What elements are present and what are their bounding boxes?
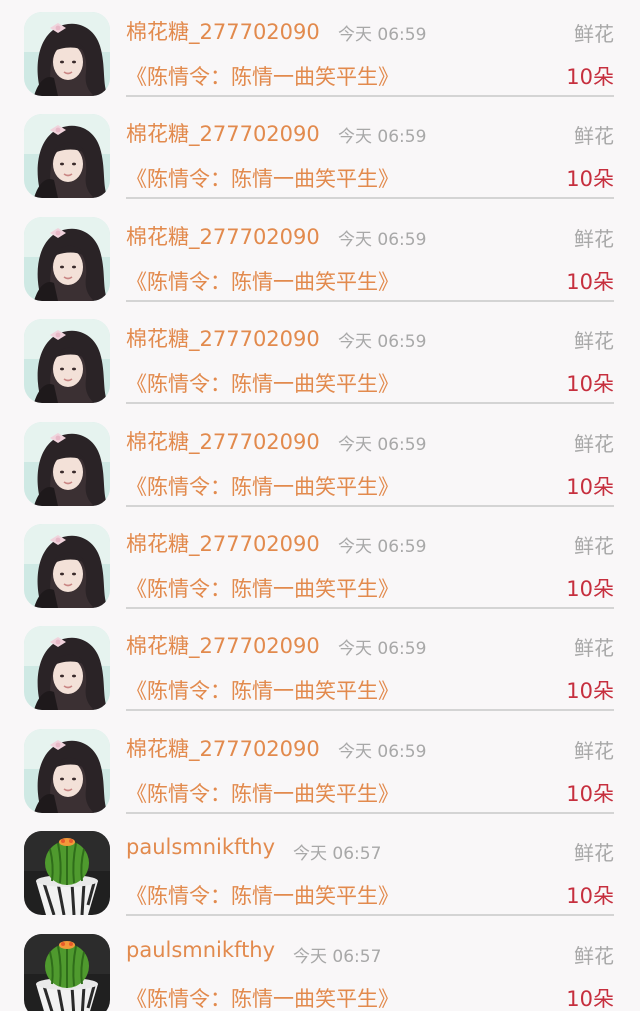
username-link[interactable]: paulsmnikfthy [126,938,275,962]
girl-avatar[interactable] [24,319,110,404]
gift-record-item[interactable]: paulsmnikfthy 今天 06:57 鲜花《陈情令：陈情一曲笑平生》 10朵 [0,922,640,1011]
work-title-link[interactable]: 《陈情令：陈情一曲笑平生》 [126,471,399,501]
work-title-link[interactable]: 《陈情令：陈情一曲笑平生》 [126,880,399,910]
username-link[interactable]: 棉花糖_277702090 [126,323,320,353]
girl-avatar[interactable] [24,216,110,301]
cactus-avatar[interactable] [24,933,110,1011]
timestamp: 今天 06:59 [338,332,427,353]
gift-record-item[interactable]: 棉花糖_277702090 今天 06:59 鲜花《陈情令：陈情一曲笑平生》 10朵 [0,0,640,102]
girl-avatar[interactable] [24,421,110,506]
row-divider [126,95,614,97]
work-title-link[interactable]: 《陈情令：陈情一曲笑平生》 [126,266,399,296]
gift-record-item[interactable]: 棉花糖_277702090 今天 06:59 鲜花《陈情令：陈情一曲笑平生》 10朵 [0,614,640,716]
gift-type-label: 鲜花 [574,22,614,46]
gift-type-label: 鲜花 [574,738,614,763]
work-title-link[interactable]: 《陈情令：陈情一曲笑平生》 [126,368,399,398]
row-divider [126,606,614,609]
row-divider [126,709,614,712]
girl-avatar[interactable] [24,114,110,199]
gift-amount: 10朵 [566,65,614,89]
gift-record-item[interactable]: 棉花糖_277702090 今天 06:59 鲜花《陈情令：陈情一曲笑平生》 10朵 [0,717,640,819]
gift-type-label: 鲜花 [574,431,614,456]
gift-amount: 10朵 [566,986,614,1011]
gift-type-label: 鲜花 [574,636,614,661]
work-title-link[interactable]: 《陈情令：陈情一曲笑平生》 [126,778,399,808]
username-link[interactable]: 棉花糖_277702090 [126,426,320,456]
girl-avatar[interactable] [24,626,110,711]
gift-type-label: 鲜花 [574,124,614,149]
username-link[interactable]: 棉花糖_277702090 [126,118,320,148]
gift-type-label: 鲜花 [574,329,614,354]
girl-avatar[interactable] [24,523,110,608]
username-link[interactable]: 棉花糖_277702090 [126,733,320,763]
timestamp: 今天 06:59 [338,127,427,148]
timestamp: 今天 06:57 [293,946,382,967]
row-divider [126,504,614,507]
gift-record-item[interactable]: 棉花糖_277702090 今天 06:59 鲜花《陈情令：陈情一曲笑平生》 10朵 [0,512,640,614]
cactus-avatar[interactable] [24,831,110,916]
username-link[interactable]: 棉花糖_277702090 [126,221,320,251]
work-title-link[interactable]: 《陈情令：陈情一曲笑平生》 [126,163,399,193]
gift-amount: 10朵 [566,576,614,601]
work-title-link[interactable]: 《陈情令：陈情一曲笑平生》 [126,573,399,603]
timestamp: 今天 06:59 [338,639,427,660]
gift-amount: 10朵 [566,372,614,397]
gift-type-label: 鲜花 [574,841,614,866]
gift-record-item[interactable]: 棉花糖_277702090 今天 06:59 鲜花《陈情令：陈情一曲笑平生》 10朵 [0,410,640,512]
gift-record-list: 棉花糖_277702090 今天 06:59 鲜花 《陈情令：陈情一曲笑平生》 10朵 … [0,0,640,1011]
gift-type-label: 鲜花 [574,226,614,251]
gift-record-item[interactable]: paulsmnikfthy 今天 06:57 鲜花《陈情令：陈情一曲笑平生》 10朵 [0,819,640,921]
work-title-link[interactable]: 《陈情令：陈情一曲笑平生》 [126,675,399,705]
username-link[interactable]: 棉花糖_277702090 [126,630,320,660]
gift-amount: 10朵 [566,167,614,192]
timestamp: 今天 06:59 [338,25,427,45]
gift-record-item[interactable]: 棉花糖_277702090 今天 06:59 鲜花《陈情令：陈情一曲笑平生》 10朵 [0,205,640,307]
gift-type-label: 鲜花 [574,533,614,558]
work-title-link[interactable]: 《陈情令：陈情一曲笑平生》 [126,983,399,1011]
gift-record-item[interactable]: 棉花糖_277702090 今天 06:59 鲜花《陈情令：陈情一曲笑平生》 10朵 [0,102,640,204]
timestamp: 今天 06:59 [338,536,427,557]
row-divider [126,914,614,917]
timestamp: 今天 06:59 [338,434,427,455]
gift-amount: 10朵 [566,781,614,806]
row-divider [126,299,614,302]
girl-avatar[interactable] [24,728,110,813]
timestamp: 今天 06:57 [293,844,382,865]
username-link[interactable]: 棉花糖_277702090 [126,16,320,46]
work-title-link[interactable]: 《陈情令：陈情一曲笑平生》 [126,61,399,91]
gift-amount: 10朵 [566,269,614,294]
gift-amount: 10朵 [566,884,614,909]
gift-amount: 10朵 [566,474,614,499]
gift-record-item[interactable]: 棉花糖_277702090 今天 06:59 鲜花《陈情令：陈情一曲笑平生》 10朵 [0,307,640,409]
row-divider [126,197,614,200]
username-link[interactable]: paulsmnikfthy [126,835,275,859]
row-divider [126,811,614,814]
username-link[interactable]: 棉花糖_277702090 [126,528,320,558]
timestamp: 今天 06:59 [338,741,427,762]
gift-amount: 10朵 [566,679,614,704]
girl-avatar[interactable] [24,12,110,96]
timestamp: 今天 06:59 [338,229,427,250]
gift-type-label: 鲜花 [574,943,614,968]
row-divider [126,402,614,405]
